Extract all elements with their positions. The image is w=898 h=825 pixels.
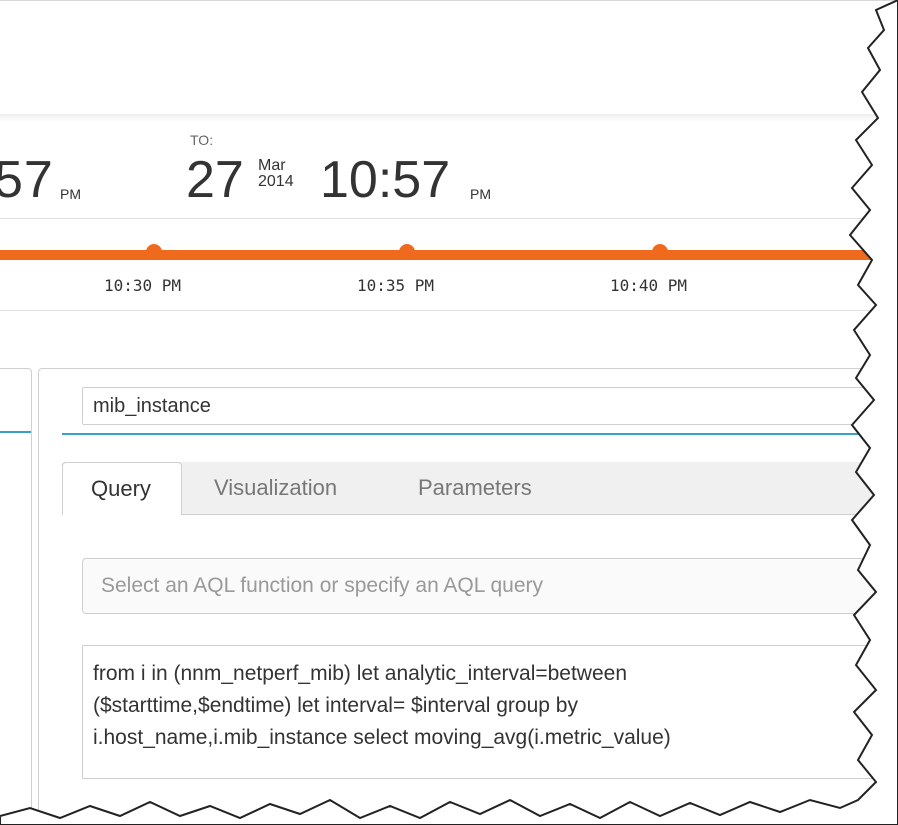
time-range-display: 57 PM TO: 27 Mar 2014 10:57 PM	[0, 128, 898, 218]
to-time[interactable]: 10:57	[320, 150, 450, 210]
timeline-marker[interactable]	[652, 244, 668, 260]
query-line: ($starttime,$endtime) let interval= $int…	[93, 694, 578, 717]
to-day[interactable]: 27	[186, 150, 244, 210]
to-year: 2014	[258, 173, 294, 190]
aql-query-textarea[interactable]: from i in (nnm_netperf_mib) let analytic…	[82, 645, 898, 779]
divider	[0, 310, 898, 311]
panel-accent-line	[0, 431, 31, 433]
query-line: i.host_name,i.mib_instance select moving…	[93, 726, 671, 749]
dashboard-editor-window: 57 PM TO: 27 Mar 2014 10:57 PM 10:30 PM …	[0, 0, 898, 825]
tab-visualization[interactable]: Visualization	[186, 462, 365, 514]
to-ampm: PM	[470, 186, 491, 202]
input-focus-underline	[62, 433, 898, 435]
timeline-track[interactable]	[0, 250, 898, 260]
timeline-marker[interactable]	[399, 244, 415, 260]
header-band	[0, 0, 898, 119]
component-name-input[interactable]	[82, 387, 898, 425]
timeline-tick-label: 1(	[864, 276, 884, 295]
timeline-tick-label: 10:40 PM	[610, 276, 688, 295]
to-month: Mar	[258, 157, 286, 174]
aql-function-select[interactable]: Select an AQL function or specify an AQL…	[82, 558, 898, 614]
divider	[0, 218, 898, 219]
to-label: TO:	[190, 132, 214, 148]
query-line: from i in (nnm_netperf_mib) let analytic…	[93, 662, 628, 685]
header-shadow	[0, 114, 898, 122]
timeline-marker[interactable]	[146, 244, 162, 260]
timeline-tick-label: 10:30 PM	[104, 276, 182, 295]
tab-query[interactable]: Query	[62, 462, 182, 515]
from-time[interactable]: 57	[0, 150, 54, 210]
tab-parameters[interactable]: Parameters	[390, 462, 560, 514]
timeline-tick-label: 10:35 PM	[357, 276, 435, 295]
from-ampm: PM	[60, 186, 81, 202]
left-side-panel	[0, 368, 32, 825]
